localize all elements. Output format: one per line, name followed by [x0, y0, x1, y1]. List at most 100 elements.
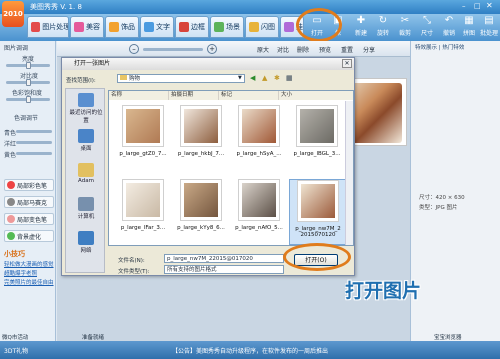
zoom-out-icon[interactable]: –: [129, 44, 139, 54]
thumbnail-image: [184, 183, 218, 217]
cyan-label: 青色: [4, 130, 17, 137]
undo-button[interactable]: ↶ 撤销: [438, 14, 460, 40]
color-brush-icon: [7, 181, 15, 189]
yellow-slider[interactable]: [16, 152, 52, 155]
collage-button[interactable]: ▦ 拼图: [458, 14, 480, 40]
brightness-knob[interactable]: [26, 62, 31, 69]
column-header-name[interactable]: 名称: [109, 91, 169, 100]
status-ready: 准备就绪: [82, 335, 105, 341]
canvas-btn[interactable]: 重置: [341, 45, 353, 54]
lookin-select[interactable]: 购物: [117, 74, 245, 83]
file-thumbnail: [238, 105, 280, 147]
file-thumbnail: [238, 179, 280, 221]
tab-scene[interactable]: 场景: [210, 16, 244, 38]
canvas-btn[interactable]: 对比: [277, 45, 289, 54]
file-item[interactable]: p_large_nAfO_5...: [231, 179, 287, 245]
tip-link[interactable]: 轻松做大漫画的感觉: [4, 260, 54, 268]
zoom-slider[interactable]: [143, 48, 203, 51]
view-menu-icon[interactable]: ▦: [286, 74, 293, 82]
rotate-button[interactable]: ↻ 旋转: [372, 14, 394, 40]
canvas-btn[interactable]: 删除: [297, 45, 309, 54]
file-thumbnail: [122, 179, 164, 221]
scene-icon: [214, 22, 224, 32]
file-item-selected[interactable]: p_large_nw7M_2 2015070120: [289, 179, 347, 245]
effect-color-brush[interactable]: 局部彩色笔: [4, 179, 54, 191]
place-recent[interactable]: 最近访问的位置: [68, 91, 104, 125]
status-left[interactable]: 微Q市活动: [2, 333, 28, 341]
filename-input[interactable]: p_large_nw7M_22015@017020: [164, 254, 284, 263]
maximize-button[interactable]: □: [474, 2, 484, 11]
place-computer[interactable]: 计算机: [68, 195, 104, 229]
effect-mosaic[interactable]: 局部马赛克: [4, 196, 54, 208]
file-item[interactable]: p_large_hkbJ_7...: [173, 105, 229, 175]
file-item[interactable]: p_large_lFar_3...: [115, 179, 171, 245]
thumbnail-image: [126, 109, 160, 143]
network-icon: [78, 231, 94, 245]
status-notice: 【公告】美图秀秀自动升级程序，在软件发布的一周后推出: [172, 348, 329, 355]
computer-icon: [78, 197, 94, 211]
file-item[interactable]: p_large_gtZ0_7...: [115, 105, 171, 175]
zoom-in-icon[interactable]: +: [207, 44, 217, 54]
text-icon: [144, 22, 154, 32]
filename-label: 文件名(N):: [118, 258, 145, 264]
effect-recolor[interactable]: 局部变色笔: [4, 213, 54, 225]
file-thumbnail: [122, 105, 164, 147]
dialog-title: 打开一张图片: [62, 58, 354, 70]
filetype-select[interactable]: 所有支持的图片格式: [164, 265, 284, 274]
file-item[interactable]: p_large_lBGL_3...: [289, 105, 345, 175]
saturation-knob[interactable]: [26, 96, 31, 103]
canvas-btn[interactable]: 原大: [257, 45, 269, 54]
tab-accessories[interactable]: 饰品: [105, 16, 139, 38]
thumbnail-image: [242, 109, 276, 143]
user-folder-icon: [78, 163, 94, 177]
status-right[interactable]: 宝宝浏览器: [434, 333, 462, 341]
contrast-knob[interactable]: [26, 79, 31, 86]
new-button[interactable]: ✚ 新建: [350, 14, 372, 40]
file-thumbnail: [296, 105, 338, 147]
magenta-slider[interactable]: [16, 141, 52, 144]
batch-button[interactable]: ▤ 批处理: [478, 14, 500, 40]
tab-frame[interactable]: 边框: [175, 16, 209, 38]
minimize-button[interactable]: –: [462, 2, 472, 11]
place-network[interactable]: 网络: [68, 229, 104, 263]
column-header-size[interactable]: 大小: [279, 91, 353, 100]
crop-button[interactable]: ✂ 裁剪: [394, 14, 416, 40]
doll-icon: [284, 22, 294, 32]
chevron-down-icon[interactable]: ▼: [238, 75, 242, 81]
dialog-close-button[interactable]: ✕: [342, 59, 352, 68]
crop-icon: ✂: [400, 15, 410, 26]
tone-label: 色调调节: [14, 115, 39, 122]
canvas-btn[interactable]: 分享: [363, 45, 375, 54]
back-icon[interactable]: ◀: [250, 74, 255, 82]
up-folder-icon[interactable]: ▲: [262, 74, 267, 82]
desktop-icon: [78, 129, 94, 143]
right-panel-header[interactable]: 特效展示 | 热门特效: [415, 43, 464, 51]
scrollbar[interactable]: [345, 101, 353, 245]
place-desktop[interactable]: 桌面: [68, 127, 104, 161]
tip-link[interactable]: 完美照片的最佳自由: [4, 278, 54, 286]
resize-button[interactable]: ⤡ 尺寸: [416, 14, 438, 40]
tab-beauty[interactable]: 美容: [70, 16, 104, 38]
filetype-label: 文件类型(T):: [118, 269, 150, 275]
column-header-tags[interactable]: 标记: [219, 91, 279, 100]
lookin-label: 查找范围(I):: [66, 78, 96, 84]
window-title: 美图秀秀 V. 1. 8: [30, 3, 82, 11]
canvas-btn[interactable]: 预览: [319, 45, 331, 54]
tab-image-edit[interactable]: 图片处理: [27, 16, 69, 38]
effect-blur[interactable]: 背景虚化: [4, 230, 54, 242]
column-header-date[interactable]: 拍摄日期: [169, 91, 219, 100]
tip-link[interactable]: 超酷爆字老照: [4, 269, 37, 277]
tab-text[interactable]: 文字: [140, 16, 174, 38]
tab-flash[interactable]: 闪图: [245, 16, 279, 38]
close-button[interactable]: ✕: [486, 1, 498, 11]
tips-title: 小技巧: [4, 250, 25, 258]
thumbnail-image: [301, 184, 335, 218]
cyan-slider[interactable]: [16, 130, 52, 133]
file-item[interactable]: p_large_kYy8_6...: [173, 179, 229, 245]
title-bar: 2010 美图秀秀 V. 1. 8 – □ ✕: [0, 0, 500, 27]
place-user[interactable]: Adam: [68, 161, 104, 195]
file-item[interactable]: p_large_hSyA_...: [231, 105, 287, 175]
file-name: p_large_kYy8_6...: [177, 225, 225, 231]
batch-icon: ▤: [484, 15, 494, 26]
new-folder-icon[interactable]: ✱: [274, 74, 280, 82]
